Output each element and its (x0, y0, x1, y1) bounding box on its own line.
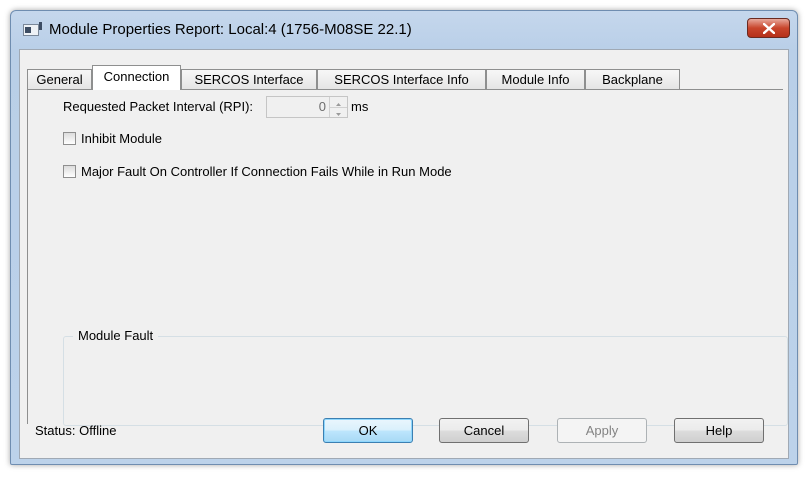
ok-button[interactable]: OK (323, 418, 413, 443)
close-button[interactable] (747, 18, 790, 38)
major-fault-checkbox[interactable] (63, 165, 76, 178)
help-button[interactable]: Help (674, 418, 764, 443)
tab-module-info[interactable]: Module Info (486, 69, 585, 89)
tab-backplane[interactable]: Backplane (585, 69, 680, 89)
dialog-client-area: General Connection SERCOS Interface SERC… (19, 49, 789, 459)
close-icon (763, 23, 775, 34)
rpi-unit: ms (351, 99, 369, 114)
tab-general[interactable]: General (27, 69, 92, 89)
major-fault-label[interactable]: Major Fault On Controller If Connection … (81, 164, 452, 179)
tab-connection[interactable]: Connection (92, 65, 181, 90)
apply-button[interactable]: Apply (557, 418, 647, 443)
rpi-label: Requested Packet Interval (RPI): (63, 99, 254, 114)
rpi-spinner[interactable] (329, 97, 347, 117)
inhibit-module-label[interactable]: Inhibit Module (81, 131, 162, 146)
cancel-button[interactable]: Cancel (439, 418, 529, 443)
title-bar[interactable]: Module Properties Report: Local:4 (1756-… (11, 11, 797, 49)
app-icon (23, 22, 42, 36)
window-title: Module Properties Report: Local:4 (1756-… (49, 21, 412, 38)
status-value: Offline (79, 423, 117, 438)
inhibit-module-checkbox[interactable] (63, 132, 76, 145)
status-line: Status: Offline (35, 423, 116, 438)
tab-sercos-interface-info[interactable]: SERCOS Interface Info (317, 69, 486, 89)
status-label: Status: (35, 423, 76, 438)
dialog-window: Module Properties Report: Local:4 (1756-… (10, 10, 798, 465)
chevron-down-icon (336, 113, 341, 116)
spin-down-button[interactable] (330, 107, 347, 117)
tab-sercos-interface[interactable]: SERCOS Interface (181, 69, 317, 89)
module-fault-group (63, 336, 788, 426)
module-fault-title: Module Fault (73, 328, 159, 343)
